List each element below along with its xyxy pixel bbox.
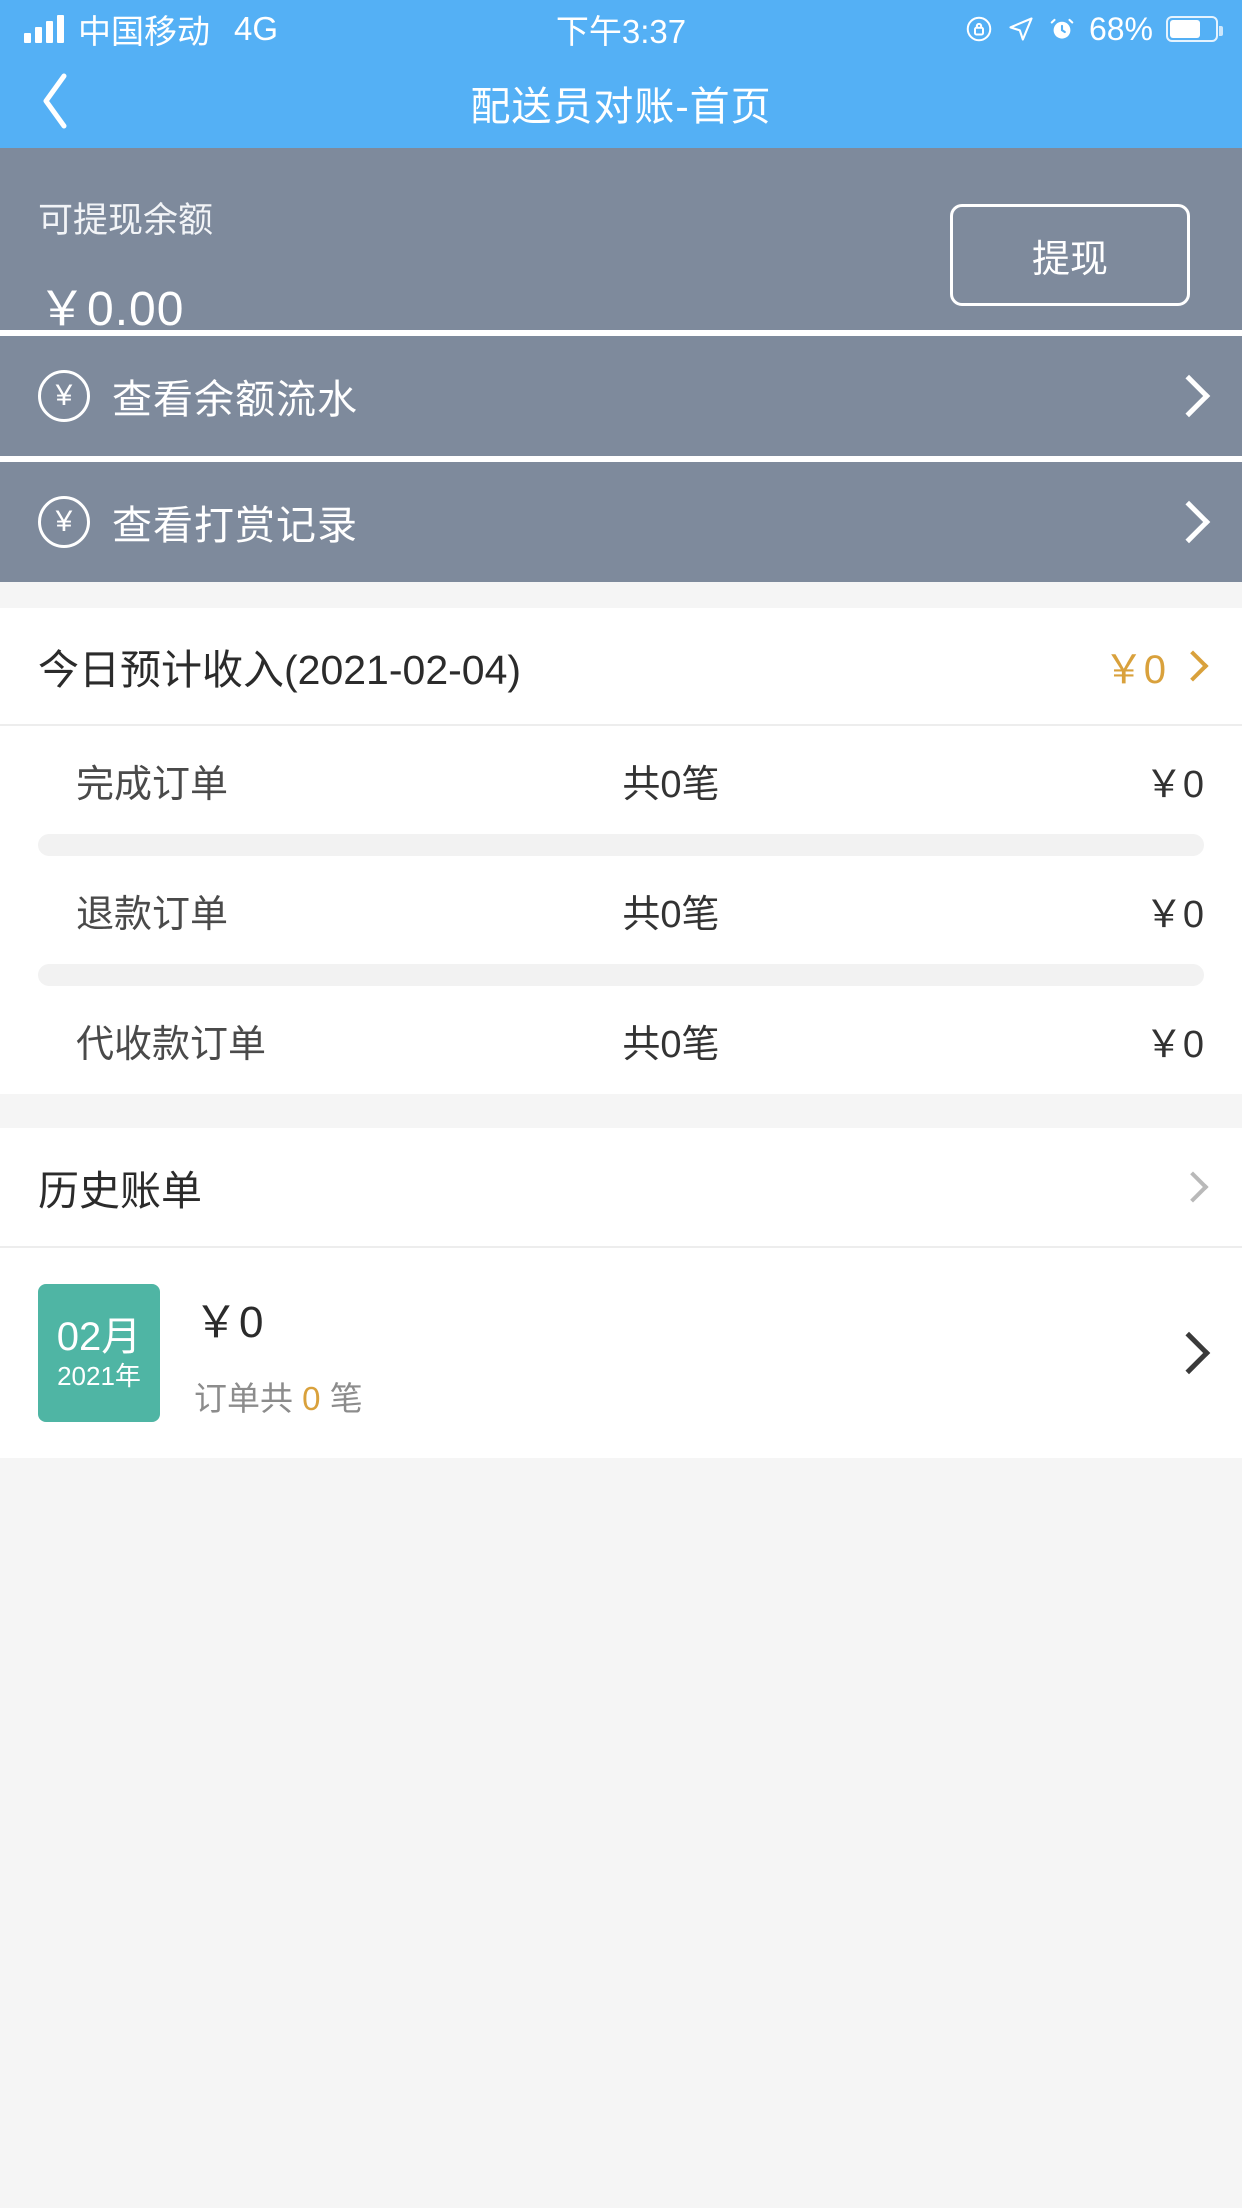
stat-row-completed-label: 完成订单	[76, 763, 229, 806]
network-type-label: 4G	[234, 10, 279, 47]
month-order-count: 订单共 0 笔	[194, 1372, 363, 1420]
section-gap	[0, 1094, 1242, 1128]
month-info: ￥0 订单共 0 笔	[194, 1286, 363, 1420]
status-bar: 中国移动 4G 下午3:37 68%	[0, 0, 1242, 58]
menu-item-reward-records[interactable]: ¥ 查看打赏记录	[0, 462, 1242, 582]
battery-percent-label: 68%	[1088, 10, 1153, 47]
month-amount: ￥0	[194, 1298, 265, 1347]
yen-circle-icon: ¥	[38, 496, 90, 548]
carrier-label: 中国移动	[78, 13, 210, 50]
stat-row-collection-count: 共0笔	[622, 1023, 720, 1066]
stat-row-collection-label: 代收款订单	[76, 1023, 267, 1066]
today-income-card: 今日预计收入(2021-02-04) ￥0 完成订单 共0笔 ￥0 退款订单 共…	[0, 608, 1242, 1094]
page-bottom-filler	[0, 1458, 1242, 2208]
stat-row-refund-label: 退款订单	[76, 893, 229, 936]
balance-panel: 可提现余额 ￥0.00 提现	[0, 148, 1242, 336]
month-order-count-prefix: 订单共	[194, 1380, 293, 1417]
chevron-left-icon	[37, 70, 73, 137]
page-title: 配送员对账-首页	[470, 85, 772, 129]
nav-bar: 配送员对账-首页	[0, 58, 1242, 148]
stat-row-completed: 完成订单 共0笔 ￥0	[0, 726, 1242, 834]
withdraw-button[interactable]: 提现	[950, 204, 1190, 306]
chevron-right-icon	[1177, 650, 1209, 682]
yen-circle-icon: ¥	[38, 370, 90, 422]
stat-row-collection-amount: ￥0	[1144, 1023, 1204, 1066]
stat-row-completed-amount: ￥0	[1144, 763, 1204, 806]
stat-row-refund-amount: ￥0	[1144, 893, 1204, 936]
history-bills-card: 历史账单 02月 2021年 ￥0 订单共 0 笔	[0, 1128, 1242, 1458]
stat-row-refund: 退款订单 共0笔 ￥0	[0, 856, 1242, 964]
month-badge-year: 2021年	[57, 1361, 141, 1391]
stat-row-completed-count: 共0笔	[622, 763, 720, 806]
row-divider	[38, 964, 1204, 986]
menu-item-reward-records-label: 查看打赏记录	[112, 504, 358, 548]
chevron-right-icon	[1167, 1331, 1211, 1375]
battery-icon	[1166, 16, 1223, 42]
today-income-title: 今日预计收入(2021-02-04)	[38, 647, 522, 693]
history-bills-header[interactable]: 历史账单	[0, 1128, 1242, 1248]
month-badge: 02月 2021年	[38, 1284, 160, 1422]
alarm-clock-icon	[1048, 15, 1076, 43]
rotation-lock-icon	[964, 14, 994, 44]
row-divider	[38, 834, 1204, 856]
stat-row-collection: 代收款订单 共0笔 ￥0	[0, 986, 1242, 1094]
chevron-right-icon	[1177, 1171, 1209, 1203]
today-income-header[interactable]: 今日预计收入(2021-02-04) ￥0	[0, 608, 1242, 726]
back-button[interactable]	[0, 58, 110, 148]
history-month-item[interactable]: 02月 2021年 ￥0 订单共 0 笔	[0, 1248, 1242, 1458]
menu-item-balance-flow-label: 查看余额流水	[112, 378, 358, 422]
month-order-count-value: 0	[302, 1380, 321, 1417]
month-badge-month: 02月	[56, 1315, 142, 1359]
location-arrow-icon	[1007, 15, 1035, 43]
status-bar-right: 68%	[964, 10, 1223, 48]
signal-bars-icon	[24, 15, 64, 43]
stat-row-refund-count: 共0笔	[622, 893, 720, 936]
chevron-right-icon	[1167, 374, 1211, 418]
status-bar-left: 中国移动 4G	[24, 5, 278, 53]
section-gap	[0, 582, 1242, 608]
app-root: 中国移动 4G 下午3:37 68% 配送员对账-首页 可提现余额 ￥0.00 …	[0, 0, 1242, 2208]
history-bills-title: 历史账单	[38, 1168, 202, 1214]
chevron-right-icon	[1167, 500, 1211, 544]
today-income-summary: ￥0	[1103, 637, 1209, 695]
month-order-count-suffix: 笔	[329, 1380, 363, 1417]
today-income-amount: ￥0	[1103, 648, 1166, 692]
menu-item-balance-flow[interactable]: ¥ 查看余额流水	[0, 336, 1242, 456]
